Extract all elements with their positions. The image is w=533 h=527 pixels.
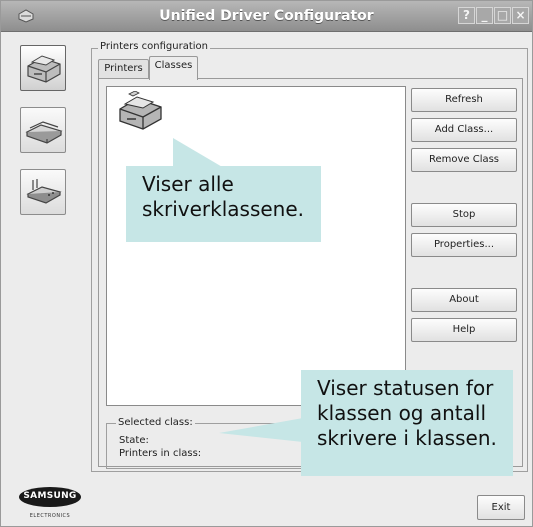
port-icon xyxy=(26,179,62,204)
brand-name: SAMSUNG xyxy=(23,491,77,501)
refresh-button[interactable]: Refresh xyxy=(411,88,517,112)
properties-button[interactable]: Properties... xyxy=(411,233,517,257)
callout-bottom-line-2: klassen og antall xyxy=(317,401,487,425)
sidebar-item-ports[interactable] xyxy=(20,169,66,215)
title-bar[interactable]: Unified Driver Configurator ? _ □ × xyxy=(1,1,532,32)
sidebar-item-printers[interactable] xyxy=(20,45,66,91)
window-title: Unified Driver Configurator xyxy=(159,8,374,24)
close-button[interactable]: × xyxy=(512,7,529,24)
stop-button[interactable]: Stop xyxy=(411,203,517,227)
add-class-button[interactable]: Add Class... xyxy=(411,118,517,142)
printer-class-icon[interactable] xyxy=(115,91,165,133)
callout-top-line-2: skriverklassene. xyxy=(142,197,305,221)
selected-class-title: Selected class: xyxy=(116,417,195,428)
callout-top-line-1: Viser alle xyxy=(142,172,234,196)
printers-in-class-label: Printers in class: xyxy=(119,448,202,459)
sidebar-item-scanners[interactable] xyxy=(20,107,66,153)
callout-bottom-line-1: Viser statusen for xyxy=(317,376,494,400)
scanner-icon xyxy=(25,121,63,144)
help-button[interactable]: Help xyxy=(411,318,517,342)
exit-button[interactable]: Exit xyxy=(477,495,525,520)
tab-classes[interactable]: Classes xyxy=(149,56,198,80)
tab-printers[interactable]: Printers xyxy=(98,59,149,79)
printer-icon xyxy=(27,55,61,83)
help-window-button[interactable]: ? xyxy=(458,7,475,24)
callout-status: Viser statusen for klassen og antall skr… xyxy=(301,370,513,476)
class-list[interactable] xyxy=(106,86,406,406)
minimize-button[interactable]: _ xyxy=(476,7,493,24)
state-label: State: xyxy=(119,435,149,446)
maximize-button[interactable]: □ xyxy=(494,7,511,24)
brand-sub: ELECTRONICS xyxy=(29,513,71,519)
about-button[interactable]: About xyxy=(411,288,517,312)
remove-class-button[interactable]: Remove Class xyxy=(411,148,517,172)
group-label: Printers configuration xyxy=(98,41,210,52)
callout-bottom-pointer xyxy=(219,418,303,442)
app-window: Unified Driver Configurator ? _ □ × Prin… xyxy=(0,0,533,527)
callout-classes: Viser alle skriverklassene. xyxy=(126,166,321,242)
callout-bottom-line-3: skrivere i klassen. xyxy=(317,426,497,450)
samsung-logo: SAMSUNG ELECTRONICS xyxy=(19,487,83,523)
callout-top-pointer xyxy=(173,138,224,168)
